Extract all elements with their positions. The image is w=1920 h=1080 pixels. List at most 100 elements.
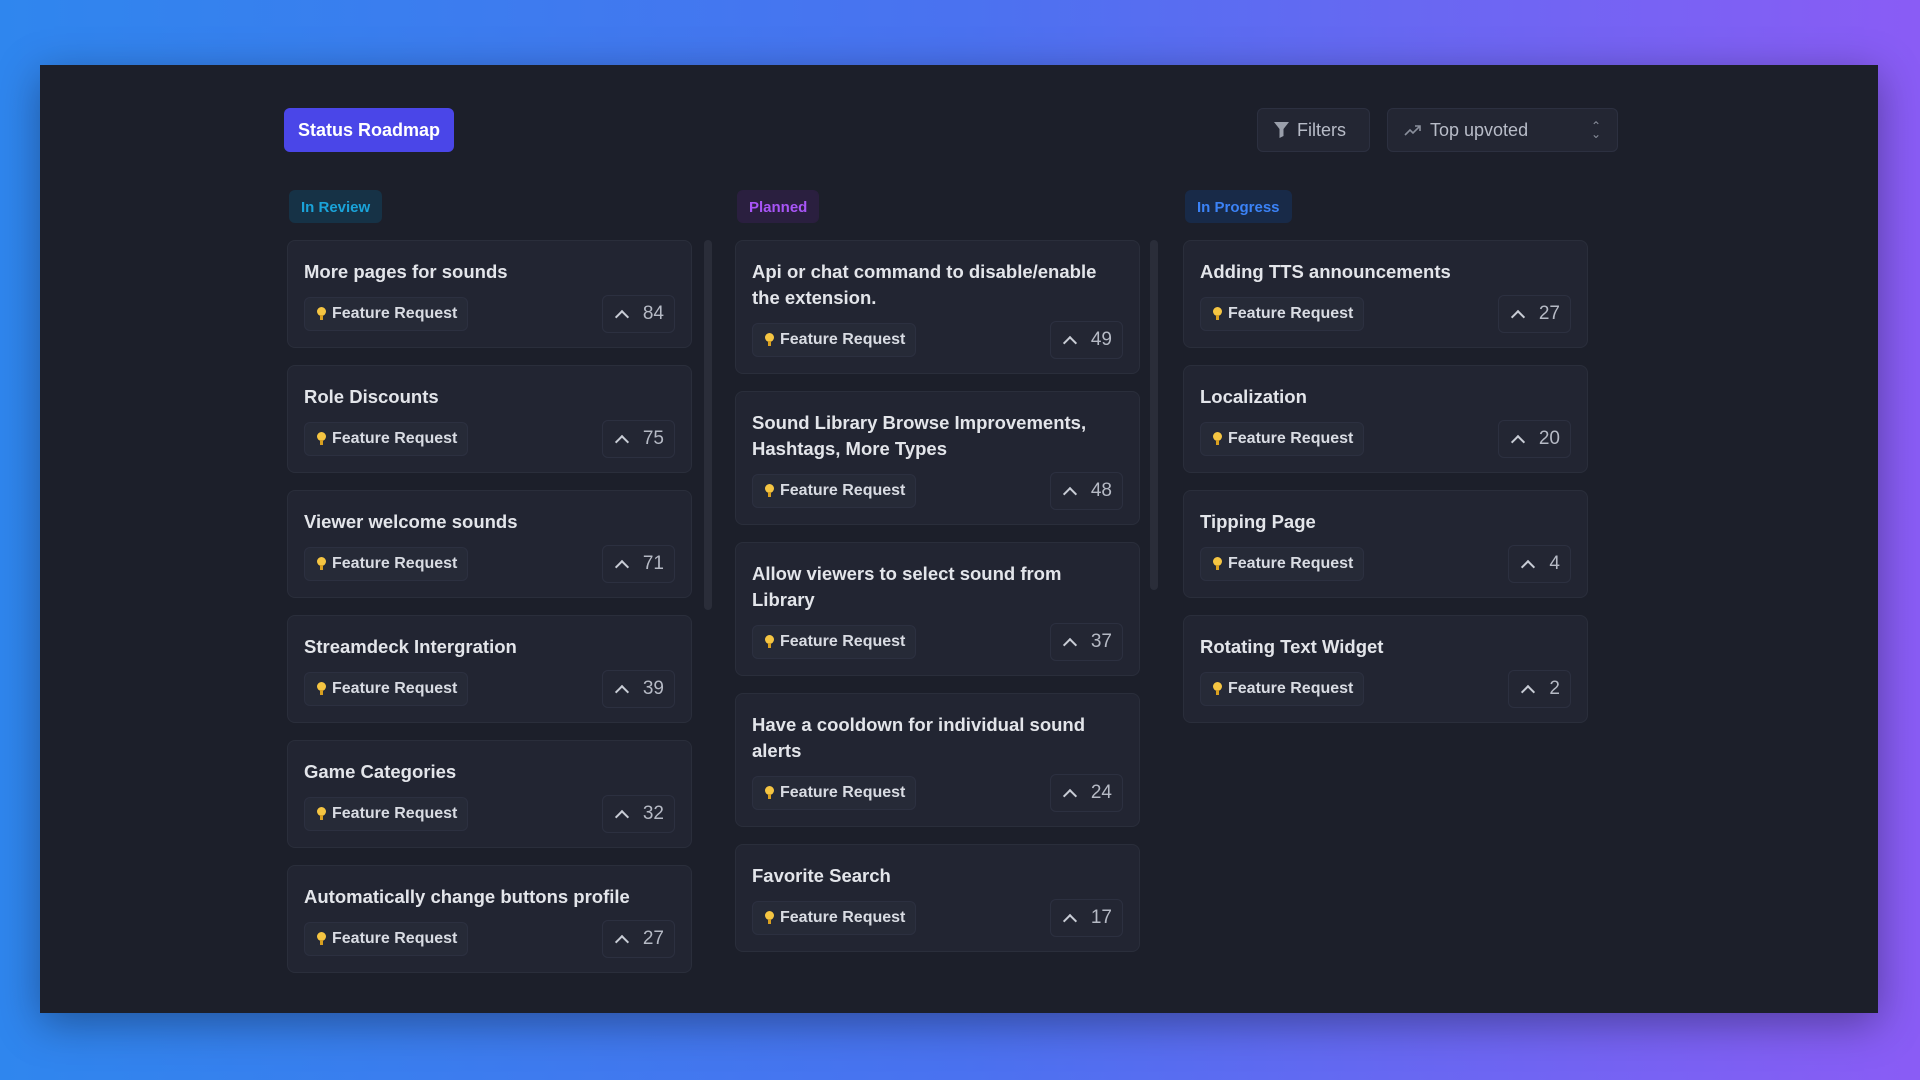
status-roadmap-button[interactable]: Status Roadmap — [284, 108, 455, 152]
card-title: Favorite Search — [752, 865, 891, 886]
vote-count: 39 — [642, 678, 664, 699]
vote-count: 71 — [642, 553, 664, 574]
chevron-up-icon — [1510, 434, 1525, 449]
filter-icon — [1274, 122, 1289, 138]
lightbulb-icon — [1213, 557, 1222, 571]
roadmap-card[interactable]: Localization Feature Request 20 — [1183, 365, 1588, 473]
roadmap-card[interactable]: Rotating Text Widget Feature Request 2 — [1183, 615, 1588, 723]
vote-count: 48 — [1090, 480, 1112, 501]
tag-label: Feature Request — [332, 680, 458, 697]
card-list: More pages for sounds Feature Request 84… — [287, 240, 692, 973]
tag-label: Feature Request — [332, 430, 458, 447]
roadmap-card[interactable]: Automatically change buttons profile Fea… — [287, 865, 692, 973]
roadmap-card[interactable]: Have a cooldown for individual sound ale… — [735, 693, 1140, 827]
category-tag: Feature Request — [752, 323, 917, 357]
lightbulb-icon — [1213, 307, 1222, 321]
upvote-button[interactable]: 20 — [1497, 420, 1571, 458]
column-in-progress: In Progress Adding TTS announcements Fea… — [1183, 190, 1588, 723]
card-title: Allow viewers to select sound from Libra… — [752, 563, 1062, 610]
tag-label: Feature Request — [1228, 430, 1354, 447]
tag-label: Feature Request — [780, 784, 906, 801]
card-title: Sound Library Browse Improvements, Hasht… — [752, 412, 1087, 459]
vote-count: 75 — [642, 428, 664, 449]
upvote-button[interactable]: 27 — [601, 920, 675, 958]
filters-label: Filters — [1297, 119, 1346, 140]
lightbulb-icon — [765, 911, 774, 925]
category-tag: Feature Request — [1200, 422, 1365, 456]
status-badge: In Review — [289, 190, 383, 223]
card-title: More pages for sounds — [304, 261, 508, 282]
upvote-button[interactable]: 49 — [1049, 321, 1123, 359]
trending-up-icon — [1404, 125, 1421, 136]
vote-count: 4 — [1549, 553, 1560, 574]
vote-count: 49 — [1090, 329, 1112, 350]
category-tag: Feature Request — [304, 297, 469, 331]
vote-count: 24 — [1090, 782, 1112, 803]
lightbulb-icon — [1213, 432, 1222, 446]
category-tag: Feature Request — [304, 547, 469, 581]
tag-label: Feature Request — [780, 482, 906, 499]
lightbulb-icon — [765, 635, 774, 649]
roadmap-card[interactable]: Role Discounts Feature Request 75 — [287, 365, 692, 473]
tag-label: Feature Request — [332, 305, 458, 322]
sort-label: Top upvoted — [1430, 119, 1529, 140]
category-tag: Feature Request — [752, 776, 917, 810]
roadmap-card[interactable]: Favorite Search Feature Request 17 — [735, 844, 1140, 952]
card-title: Streamdeck Intergration — [304, 636, 517, 657]
upvote-button[interactable]: 84 — [601, 295, 675, 333]
roadmap-card[interactable]: Allow viewers to select sound from Libra… — [735, 542, 1140, 676]
upvote-button[interactable]: 71 — [601, 545, 675, 583]
card-title: Automatically change buttons profile — [304, 886, 630, 907]
upvote-button[interactable]: 17 — [1049, 899, 1123, 937]
upvote-button[interactable]: 32 — [601, 795, 675, 833]
sort-select[interactable]: Top upvoted ⌃ ⌄ — [1387, 108, 1618, 152]
category-tag: Feature Request — [1200, 297, 1365, 331]
upvote-button[interactable]: 48 — [1049, 472, 1123, 510]
chevron-up-icon — [614, 684, 629, 699]
upvote-button[interactable]: 75 — [601, 420, 675, 458]
upvote-button[interactable]: 27 — [1497, 295, 1571, 333]
upvote-button[interactable]: 2 — [1508, 670, 1571, 708]
upvote-button[interactable]: 39 — [601, 670, 675, 708]
column-scrollbar[interactable] — [1150, 240, 1158, 590]
roadmap-card[interactable]: Viewer welcome sounds Feature Request 71 — [287, 490, 692, 598]
lightbulb-icon — [317, 932, 326, 946]
roadmap-card[interactable]: Api or chat command to disable/enable th… — [735, 240, 1140, 374]
vote-count: 32 — [642, 803, 664, 824]
tag-label: Feature Request — [332, 930, 458, 947]
chevron-up-icon — [1521, 684, 1536, 699]
vote-count: 27 — [642, 928, 664, 949]
tag-label: Feature Request — [1228, 555, 1354, 572]
lightbulb-icon — [765, 786, 774, 800]
chevron-up-icon — [1062, 788, 1077, 803]
card-title: Adding TTS announcements — [1200, 261, 1451, 282]
category-tag: Feature Request — [1200, 547, 1365, 581]
lightbulb-icon — [765, 333, 774, 347]
card-title: Api or chat command to disable/enable th… — [752, 261, 1097, 308]
roadmap-card[interactable]: More pages for sounds Feature Request 84 — [287, 240, 692, 348]
chevron-up-icon — [614, 309, 629, 324]
category-tag: Feature Request — [304, 672, 469, 706]
tag-label: Feature Request — [332, 555, 458, 572]
roadmap-card[interactable]: Adding TTS announcements Feature Request… — [1183, 240, 1588, 348]
roadmap-card[interactable]: Sound Library Browse Improvements, Hasht… — [735, 391, 1140, 525]
chevron-up-icon — [614, 559, 629, 574]
chevron-up-icon — [1521, 559, 1536, 574]
status-badge: Planned — [737, 190, 820, 223]
upvote-button[interactable]: 24 — [1049, 774, 1123, 812]
vote-count: 17 — [1090, 907, 1112, 928]
card-title: Role Discounts — [304, 386, 439, 407]
filters-button[interactable]: Filters — [1257, 108, 1370, 152]
category-tag: Feature Request — [752, 625, 917, 659]
upvote-button[interactable]: 37 — [1049, 623, 1123, 661]
column-scrollbar[interactable] — [704, 240, 712, 610]
roadmap-card[interactable]: Game Categories Feature Request 32 — [287, 740, 692, 848]
upvote-button[interactable]: 4 — [1508, 545, 1571, 583]
chevron-up-icon — [1062, 913, 1077, 928]
roadmap-card[interactable]: Streamdeck Intergration Feature Request … — [287, 615, 692, 723]
roadmap-card[interactable]: Tipping Page Feature Request 4 — [1183, 490, 1588, 598]
lightbulb-icon — [317, 432, 326, 446]
column-in-review: In Review More pages for sounds Feature … — [287, 190, 692, 1013]
chevron-up-icon — [614, 934, 629, 949]
category-tag: Feature Request — [1200, 672, 1365, 706]
